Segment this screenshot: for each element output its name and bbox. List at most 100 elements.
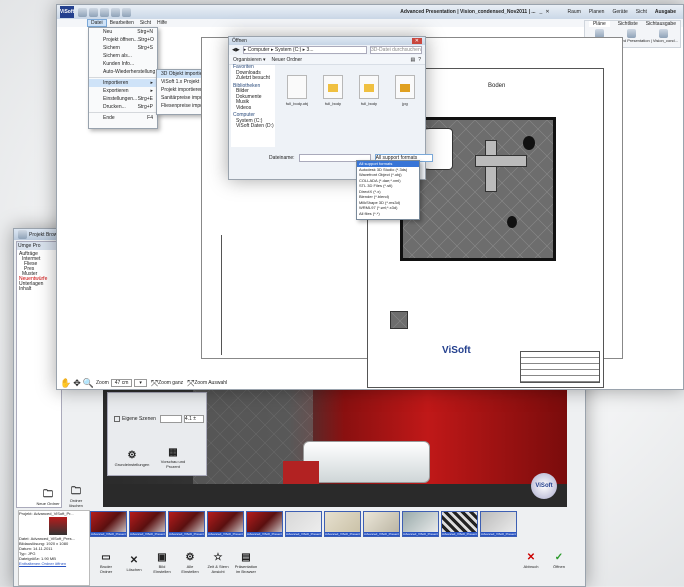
menu-item-save-as[interactable]: Sichern als... (89, 52, 157, 60)
tab-raum[interactable]: Raum (564, 7, 585, 17)
folder-button[interactable]: ▭ Bruder Ordner (94, 552, 118, 574)
file-menu: Neu Strg+N Projekt öffnen... Strg+O Sicher… (88, 27, 173, 129)
menu-item-customer-info[interactable]: Kunden Info... (89, 60, 157, 68)
file-item[interactable]: full_body.obj (283, 75, 311, 106)
scene-input-a[interactable] (159, 415, 182, 423)
zoom-selection-label[interactable]: Zoom Auswahl (194, 380, 227, 386)
thumbnail[interactable]: Advanced_ViSoft_Presentation8 (363, 511, 400, 537)
qat-redo-icon[interactable] (111, 7, 120, 17)
tab-ausgabe[interactable]: Ausgabe (651, 7, 680, 17)
file-icon (359, 75, 379, 99)
qat-save-icon[interactable] (78, 7, 87, 17)
presentation-browser-button[interactable]: ▤ Präsentation im Browser (234, 552, 258, 574)
file-icon (287, 75, 307, 99)
zoom-all-label[interactable]: Zoom ganz (158, 380, 183, 386)
folder-icon: ▭ (101, 552, 111, 563)
file-item[interactable]: full_body (355, 75, 383, 106)
minimize-icon[interactable]: _ (540, 9, 543, 15)
zoom-icon[interactable]: 🔍 (83, 378, 94, 389)
menu-item-new[interactable]: Neu Strg+N (89, 28, 157, 36)
zoom-label: Zoom (95, 380, 109, 386)
zoom-dropdown[interactable]: ▾ (134, 379, 147, 387)
window-icon (18, 230, 27, 239)
qat-options-icon[interactable] (122, 7, 131, 17)
thumbnail[interactable]: Advanced_ViSoft_Presentation2 (129, 511, 166, 537)
scenes-label: Eigene Szenen (122, 416, 156, 422)
forward-icon[interactable]: ▶ (236, 47, 240, 53)
folder-delete-icon: 🗀 (71, 486, 81, 497)
ribbon-icon-c[interactable] (658, 29, 668, 38)
tab-sichtliste[interactable]: Sichtliste (618, 21, 638, 27)
tab-geraete[interactable]: Geräte (608, 7, 631, 17)
menu-item-exit[interactable]: Ende F4 (89, 114, 157, 122)
help-icon[interactable]: ? (418, 57, 421, 63)
menu-item-settings[interactable]: Einstellungen... Strg+E (89, 95, 157, 103)
zoom-selection-icon[interactable]: ⤧ (187, 378, 194, 389)
zoom-input[interactable]: 47 cm (110, 379, 133, 387)
menu-item-open[interactable]: Projekt öffnen... Strg+O (89, 36, 157, 44)
open-folder-link[interactable]: Enthaltenen Ordner öffnen (19, 561, 89, 566)
wall-beam (475, 155, 527, 167)
menu-bearbeiten[interactable]: Bearbeiten (107, 20, 137, 26)
thumbnail[interactable]: Advanced_ViSoft_Presentation6 (285, 511, 322, 537)
tile-sample (390, 311, 408, 329)
thumbnail[interactable]: Advanced_ViSoft_Presentation10 (441, 511, 478, 537)
nav-visoft-d[interactable]: ViSoft Daten (D:) (233, 123, 275, 130)
delete-button[interactable]: ✕ Löschen (122, 555, 146, 572)
thumbnail[interactable]: Advanced_ViSoft_Presentation11 (480, 511, 517, 537)
all-settings-button[interactable]: ⚙ Alle Einstellen (178, 552, 202, 574)
preview-button[interactable]: ▦ Vorschau und Prozent (156, 447, 190, 469)
tab-sichtausgabe[interactable]: Sichtausgabe (646, 21, 676, 27)
thumbnail[interactable]: Advanced_ViSoft_Presentation7 (324, 511, 361, 537)
zoom-all-icon[interactable]: ⤧ (151, 378, 158, 389)
image-settings-button[interactable]: ▣ Bild Einstellen (150, 552, 174, 574)
thumbnail[interactable]: Advanced_ViSoft_Presentation1 (90, 511, 127, 537)
hand-icon[interactable]: ✋ (60, 378, 71, 389)
thumbnail[interactable]: Advanced_ViSoft_Presentation5 (246, 511, 283, 537)
close-icon[interactable]: ✕ (545, 9, 549, 15)
tree-item[interactable]: Inhalt (19, 287, 59, 292)
menu-item-print[interactable]: Drucken... Strg+P (89, 103, 157, 111)
ribbon-icon-b[interactable] (626, 29, 636, 38)
filetype-dropdown: All support formats Autodesk 3D Studio (… (356, 160, 420, 220)
view-options-icon[interactable]: ▤ (410, 57, 415, 63)
menu-datei[interactable]: Datei (87, 19, 107, 27)
thumbnail[interactable]: Advanced_ViSoft_Presentation9 (402, 511, 439, 537)
qat-undo-icon[interactable] (100, 7, 109, 17)
dialog-close-icon[interactable]: ✕ (411, 38, 422, 44)
tab-planen[interactable]: Planen (585, 7, 609, 17)
filetype-option[interactable]: All files (*.*) (357, 211, 419, 217)
search-input[interactable]: 3D-Datei durchsuchen (370, 46, 422, 54)
thumbnail[interactable]: Advanced_ViSoft_Presentation3 (168, 511, 205, 537)
tab-plaene[interactable]: Pläne (588, 21, 610, 27)
delete-folder-button[interactable]: 🗀 Ordner löschen (64, 486, 88, 508)
menu-hilfe[interactable]: Hilfe (154, 20, 170, 26)
file-item[interactable]: full_body (319, 75, 347, 106)
scene-input-b[interactable]: 4.1 ± (183, 415, 204, 423)
qat-print-icon[interactable] (89, 7, 98, 17)
time-star-view-button[interactable]: ☆ Zeit & Stern Ansicht (206, 552, 230, 574)
file-item[interactable]: jpg (391, 75, 419, 106)
scenes-checkbox[interactable] (114, 416, 120, 422)
open-button[interactable]: ✓ Öffnen (547, 552, 571, 569)
new-folder-button[interactable]: Neuer Ordner (272, 57, 303, 63)
menu-sicht[interactable]: Sicht (137, 20, 154, 26)
abort-button[interactable]: ✕ Abbruch (519, 552, 543, 569)
breadcrumb[interactable]: ▸ Computer ▸ System (C:) ▸ 3... (242, 46, 367, 54)
toilet-plan (523, 136, 535, 150)
nav-videos[interactable]: Videos (233, 105, 275, 112)
tab-umge[interactable]: Umge Pro (17, 242, 61, 250)
nav-recent[interactable]: Zuletzt besucht (233, 75, 275, 82)
dialog-title: Öffnen (232, 38, 247, 44)
base-settings-button[interactable]: ⚙ Grundeinstellungen (112, 450, 152, 467)
thumbnail[interactable]: Advanced_ViSoft_Presentation4 (207, 511, 244, 537)
menu-item-import[interactable]: Importieren ▸ (89, 79, 157, 87)
menu-item-export[interactable]: Exportieren ▸ (89, 87, 157, 95)
new-folder-button[interactable]: 🗀 Neue Ordner (36, 489, 60, 506)
tab-sicht[interactable]: Sicht (632, 7, 651, 17)
menu-item-auto-recover[interactable]: Auto-Wiederherstellung laden... (89, 68, 173, 76)
visoft-logo[interactable]: ViSoft (60, 6, 74, 18)
move-icon[interactable]: ✥ (73, 378, 81, 389)
menu-item-save[interactable]: Sichern Strg+S (89, 44, 157, 52)
organize-button[interactable]: Organisieren ▾ (233, 57, 266, 63)
